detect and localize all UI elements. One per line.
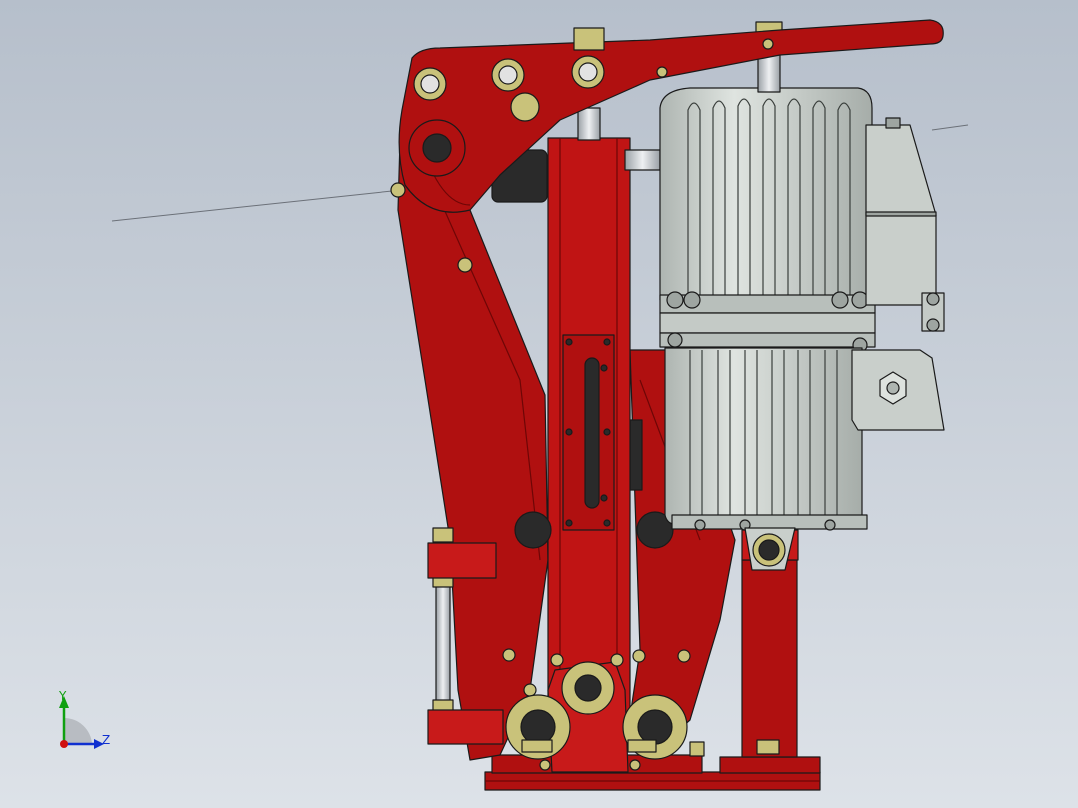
- arm-hole: [523, 683, 537, 697]
- bottom-left-pivot[interactable]: [505, 694, 571, 760]
- bolt-head: [610, 653, 624, 667]
- arm-hole: [502, 648, 516, 662]
- lever-tip-nut: [390, 182, 406, 198]
- arm-hole: [677, 649, 691, 663]
- triad-x-axis: [60, 740, 68, 748]
- base-plate[interactable]: [484, 754, 821, 791]
- bolt-head: [629, 759, 641, 771]
- electro-hydraulic-thruster[interactable]: [659, 21, 876, 571]
- arm-hole: [457, 257, 473, 273]
- lever-nut: [573, 27, 605, 51]
- lever-link-pin: [510, 92, 540, 122]
- triad-y-label: Y: [58, 689, 67, 703]
- inspection-window: [584, 357, 600, 509]
- cable-gland-box[interactable]: [851, 349, 945, 431]
- triad-z-label: Z: [102, 733, 110, 747]
- arm-hole: [632, 649, 646, 663]
- bolt-head: [539, 759, 551, 771]
- bolt-head: [550, 653, 564, 667]
- cad-viewport[interactable]: Y Z: [0, 0, 1078, 808]
- brake-shoe-pin-left: [514, 511, 552, 549]
